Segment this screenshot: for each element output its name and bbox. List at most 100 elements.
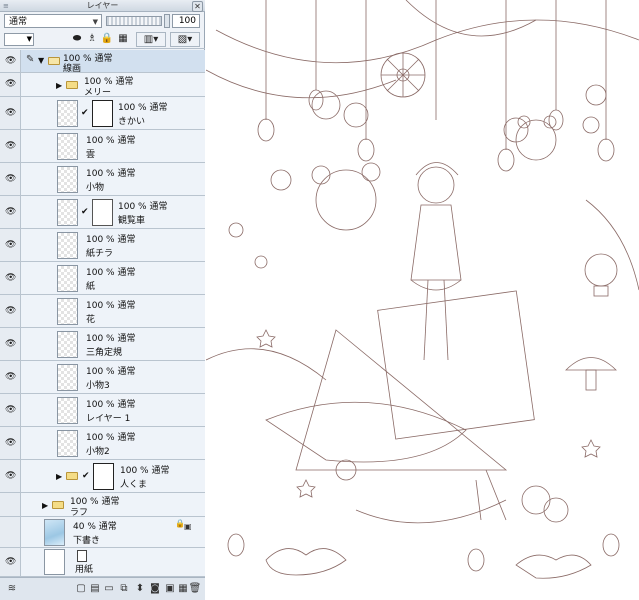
layer-row-layer1[interactable]: 👁 100 % 通常 レイヤー 1 — [0, 394, 205, 427]
opacity-value[interactable]: 100 — [172, 14, 200, 28]
eye-icon[interactable]: 👁 — [5, 108, 16, 118]
copy-layer-icon[interactable]: ⧉ — [117, 582, 131, 596]
visibility-toggle[interactable]: 👁 — [0, 50, 21, 72]
visibility-toggle[interactable]: 👁 — [0, 130, 21, 162]
layer-opacity-mode: 100 % 通常 — [86, 235, 136, 245]
merge-down-icon[interactable]: ⬍ — [133, 582, 147, 596]
close-button[interactable]: ✕ — [192, 1, 203, 12]
eye-icon[interactable]: 👁 — [5, 372, 16, 382]
layer-row-kumo[interactable]: 👁 100 % 通常 雲 — [0, 130, 205, 163]
blend-mode-value: 通常 — [9, 17, 28, 27]
layer-row-kuma[interactable]: 👁 ▶ ✔ 100 % 通常 人くま — [0, 460, 205, 493]
layer-row-sankaku[interactable]: 👁 100 % 通常 三角定規 — [0, 328, 205, 361]
layer-opacity-mode: 100 % 通常 — [118, 202, 168, 212]
layer-row-komono[interactable]: 👁 100 % 通常 小物 — [0, 163, 205, 196]
eye-icon[interactable]: 👁 — [5, 56, 16, 66]
delete-layer-icon[interactable]: 🗑 — [188, 582, 202, 596]
new-raster-icon[interactable]: ⬬ — [70, 32, 84, 46]
layer-thumbnail — [57, 331, 78, 358]
visibility-toggle[interactable]: 👁 — [0, 229, 21, 261]
visibility-toggle[interactable]: 👁 — [0, 262, 21, 294]
layer-name: 紙 — [86, 282, 96, 292]
visibility-toggle[interactable]: 👁 — [0, 361, 21, 393]
visibility-toggle[interactable]: 👁 — [0, 163, 21, 195]
layer-row-senga[interactable]: 👁 ✎ ▼ 100 % 通常 線画 — [0, 50, 205, 74]
visibility-toggle[interactable]: 👁 — [0, 328, 21, 360]
expand-arrow-icon[interactable]: ▶ — [56, 81, 62, 90]
expand-arrow-icon[interactable]: ▼ — [38, 56, 44, 65]
visibility-toggle[interactable]: 👁 — [0, 548, 21, 576]
reference-icon[interactable]: ♗ — [85, 32, 99, 46]
visibility-toggle[interactable] — [0, 493, 21, 516]
eye-icon[interactable]: 👁 — [5, 79, 16, 89]
blend-mode-select[interactable]: 通常 ▼ — [4, 14, 102, 28]
reference-layer-icon[interactable]: ▣ — [163, 582, 177, 596]
layer-toolbar: ▼ ⬬ ♗ 🔒 ▦ ▥▾ ▧▾ — [0, 30, 205, 49]
new-vector-layer-icon[interactable]: ▤ — [88, 582, 102, 596]
layer-name: 用紙 — [75, 565, 94, 575]
layer-row-komono3[interactable]: 👁 100 % 通常 小物3 — [0, 361, 205, 394]
layer-thumbnail — [57, 232, 78, 259]
mask-thumbnail[interactable] — [92, 199, 113, 226]
layer-row-kamichira[interactable]: 👁 100 % 通常 紙チラ — [0, 229, 205, 262]
layer-thumbnail — [44, 519, 65, 546]
visibility-toggle[interactable]: 👁 — [0, 97, 21, 129]
layer-opacity-mode: 100 % 通常 — [86, 136, 136, 146]
eye-icon[interactable]: 👁 — [5, 141, 16, 151]
mask-toggle-icon[interactable]: ▧▾ — [170, 32, 200, 47]
layer-row-kanransha[interactable]: 👁 ✔ 100 % 通常 観覧車 — [0, 196, 205, 229]
mask-thumbnail[interactable] — [93, 463, 114, 490]
layer-row-rafu[interactable]: ▶ 100 % 通常 ラフ — [0, 493, 205, 518]
eye-icon[interactable]: 👁 — [5, 306, 16, 316]
mask-thumbnail[interactable] — [92, 100, 113, 127]
layer-opacity-mode: 100 % 通常 — [86, 334, 136, 344]
eye-icon[interactable]: 👁 — [5, 240, 16, 250]
lock-icon[interactable]: 🔒 — [100, 32, 114, 46]
line-art-illustration — [206, 0, 639, 579]
opacity-spinner[interactable] — [164, 14, 170, 28]
lock-alpha-icon[interactable]: ▦ — [116, 32, 130, 46]
layer-opacity-mode: 40 % 通常 — [73, 522, 117, 532]
panel-titlebar[interactable]: ≡ レイヤー ✕ — [0, 0, 205, 12]
chevron-down-icon: ▼ — [92, 18, 98, 26]
eye-icon[interactable]: 👁 — [5, 557, 16, 567]
visibility-toggle[interactable]: 👁 — [0, 73, 21, 96]
layer-thumbnail — [57, 430, 78, 457]
eye-icon[interactable]: 👁 — [5, 273, 16, 283]
eye-icon[interactable]: 👁 — [5, 438, 16, 448]
layer-color-select[interactable]: ▼ — [4, 33, 34, 46]
layer-row-hana[interactable]: 👁 100 % 通常 花 — [0, 295, 205, 328]
eye-icon[interactable]: 👁 — [5, 207, 16, 217]
layer-settings-icon[interactable]: ≋ — [5, 582, 19, 596]
visibility-toggle[interactable]: 👁 — [0, 460, 21, 492]
visibility-toggle[interactable]: 👁 — [0, 394, 21, 426]
new-folder-icon[interactable]: ▭ — [102, 582, 116, 596]
layer-row-meri[interactable]: 👁 ▶ 100 % 通常 メリー — [0, 73, 205, 98]
layer-row-komono2[interactable]: 👁 100 % 通常 小物2 — [0, 427, 205, 460]
layer-opacity-mode: 100 % 通常 — [86, 367, 136, 377]
clip-icon[interactable]: ▥▾ — [136, 32, 166, 47]
folder-icon — [48, 57, 60, 65]
layer-name: 花 — [86, 315, 96, 325]
layer-row-kikai[interactable]: 👁 ✔ 100 % 通常 きかい — [0, 97, 205, 130]
layer-row-shitagaki[interactable]: 40 % 通常 下書き 🔒 ▣ — [0, 517, 205, 548]
mask-icon[interactable]: ◙ — [148, 582, 162, 596]
visibility-toggle[interactable]: 👁 — [0, 427, 21, 459]
layer-row-youshi[interactable]: 👁 用紙 — [0, 548, 205, 577]
eye-icon[interactable]: 👁 — [5, 471, 16, 481]
paper-icon — [77, 550, 87, 562]
layer-opacity-mode: 100 % 通常 — [86, 268, 136, 278]
new-raster-layer-icon[interactable]: ▢ — [74, 582, 88, 596]
opacity-slider[interactable] — [106, 16, 162, 26]
eye-icon[interactable]: 👁 — [5, 405, 16, 415]
expand-arrow-icon[interactable]: ▶ — [56, 472, 62, 481]
visibility-toggle[interactable]: 👁 — [0, 196, 21, 228]
visibility-toggle[interactable]: 👁 — [0, 295, 21, 327]
expand-arrow-icon[interactable]: ▶ — [42, 501, 48, 510]
layer-row-kami[interactable]: 👁 100 % 通常 紙 — [0, 262, 205, 295]
drawing-canvas[interactable] — [206, 0, 639, 600]
eye-icon[interactable]: 👁 — [5, 339, 16, 349]
eye-icon[interactable]: 👁 — [5, 174, 16, 184]
visibility-toggle[interactable] — [0, 517, 21, 547]
layer-name: 小物 — [86, 183, 105, 193]
